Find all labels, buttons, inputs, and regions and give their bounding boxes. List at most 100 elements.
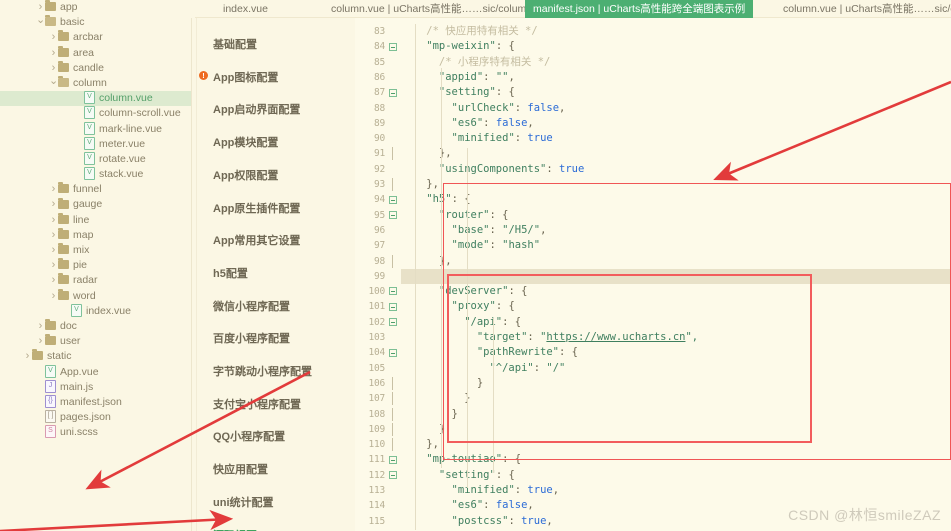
code-token: "target" <box>476 331 528 343</box>
code-token: "base" <box>451 223 490 236</box>
code-token: } <box>451 407 458 420</box>
fold-collapse-icon[interactable] <box>389 302 397 311</box>
tree-item-stack-vue[interactable]: Vstack.vue <box>0 167 191 182</box>
project-file-tree[interactable]: › app ⌄ basic › arcbar › area › candle ⌄ column Vcol… <box>0 0 191 531</box>
config-menu-item-9[interactable]: 百度小程序配置 <box>213 330 290 346</box>
chevron-right-icon[interactable]: › <box>49 243 58 258</box>
chevron-right-icon[interactable]: › <box>49 213 58 228</box>
chevron-right-icon[interactable]: › <box>49 197 58 212</box>
tree-item-main-js[interactable]: Jmain.js <box>0 379 191 395</box>
tree-item-app[interactable]: › app <box>0 0 191 15</box>
chevron-right-icon[interactable]: › <box>36 0 45 15</box>
tree-item-word[interactable]: › word <box>0 288 191 304</box>
tree-item-user[interactable]: › user <box>0 334 191 349</box>
tree-item-label: column.vue <box>99 92 153 105</box>
tree-item-map[interactable]: › map <box>0 227 191 243</box>
code-token: : { <box>495 468 515 481</box>
tree-item-column[interactable]: ⌄ column <box>0 75 191 91</box>
chevron-right-icon[interactable]: › <box>49 182 58 197</box>
config-menu-item-6[interactable]: App常用其它设置 <box>213 232 300 248</box>
tree-item-doc[interactable]: › doc <box>0 319 191 334</box>
tree-item-label: uni.scss <box>60 426 98 439</box>
tree-item-meter-vue[interactable]: Vmeter.vue <box>0 136 191 152</box>
tree-item-index-vue[interactable]: Vindex.vue <box>0 303 191 319</box>
editor-tab-3[interactable]: column.vue | uCharts高性能……sic/colum <box>775 0 951 18</box>
fold-collapse-icon[interactable] <box>389 287 397 296</box>
fold-collapse-icon[interactable] <box>389 195 397 204</box>
tree-item-static[interactable]: › static <box>0 349 191 364</box>
config-menu-item-0[interactable]: 基础配置 <box>213 36 257 52</box>
code-token: , <box>540 223 547 236</box>
chevron-right-icon[interactable]: › <box>36 334 45 349</box>
config-menu-item-14[interactable]: uni统计配置 <box>213 494 274 510</box>
tree-item-label: rotate.vue <box>99 152 146 165</box>
config-menu-item-13[interactable]: 快应用配置 <box>213 461 268 477</box>
tree-item-radar[interactable]: › radar <box>0 273 191 288</box>
fold-collapse-icon[interactable] <box>389 88 397 97</box>
folder-icon <box>58 182 69 194</box>
vue-file-icon: V <box>84 136 95 150</box>
config-menu-item-12[interactable]: QQ小程序配置 <box>213 428 285 444</box>
tree-item-area[interactable]: › area <box>0 45 191 61</box>
fold-collapse-icon[interactable] <box>389 318 397 327</box>
code-token[interactable]: https://www.ucharts.cn <box>546 331 685 343</box>
fold-collapse-icon[interactable] <box>389 455 397 464</box>
config-menu-item-1[interactable]: App图标配置 <box>213 69 278 85</box>
editor-tab-2[interactable]: manifest.json | uCharts高性能跨全端图表示例 <box>525 0 753 18</box>
config-menu-item-2[interactable]: App启动界面配置 <box>213 101 300 117</box>
chevron-right-icon[interactable]: › <box>49 289 58 304</box>
fold-guide-line <box>392 422 393 436</box>
tree-item-pages-json[interactable]: [ ] pages.json <box>0 410 191 425</box>
editor-tab-1[interactable]: column.vue | uCharts高性能……sic/column <box>323 0 543 18</box>
chevron-right-icon[interactable]: › <box>36 319 45 334</box>
chevron-right-icon[interactable]: › <box>49 228 58 243</box>
chevron-right-icon[interactable]: › <box>49 258 58 273</box>
tree-item-gauge[interactable]: › gauge <box>0 197 191 212</box>
code-token: : <box>489 239 503 252</box>
tree-item-basic[interactable]: ⌄ basic <box>0 15 191 30</box>
tree-item-manifest-json[interactable]: {} manifest.json <box>0 394 191 410</box>
config-menu-item-15[interactable]: 源码视图 <box>213 527 257 531</box>
gutter-line-88: 88 <box>355 101 401 116</box>
gutter-line-115: 115 <box>355 514 401 529</box>
chevron-down-icon[interactable]: ⌄ <box>49 75 58 86</box>
tree-item-column-scroll-vue[interactable]: Vcolumn-scroll.vue <box>0 106 191 121</box>
code-token: "/H5/" <box>502 223 541 236</box>
config-menu-item-11[interactable]: 支付宝小程序配置 <box>213 396 301 412</box>
tree-item-pie[interactable]: › pie <box>0 258 191 273</box>
fold-collapse-icon[interactable] <box>389 471 397 480</box>
tree-item-mark-line-vue[interactable]: Vmark-line.vue <box>0 121 191 137</box>
tree-item-rotate-vue[interactable]: Vrotate.vue <box>0 151 191 167</box>
fold-collapse-icon[interactable] <box>389 348 397 357</box>
tree-item-line[interactable]: › line <box>0 212 191 228</box>
manifest-config-menu[interactable]: 基础配置! App图标配置 App启动界面配置 App模块配置 App权限配置 App原生… <box>191 18 355 531</box>
code-line-97: "mode": "hash" <box>401 238 951 253</box>
editor-tab-0[interactable]: index.vue <box>215 0 295 18</box>
tree-item-arcbar[interactable]: › arcbar <box>0 30 191 45</box>
config-menu-item-4[interactable]: App权限配置 <box>213 167 278 183</box>
tree-item-funnel[interactable]: › funnel <box>0 182 191 197</box>
line-number: 113 <box>368 485 385 496</box>
config-menu-item-10[interactable]: 字节跳动小程序配置 <box>213 363 312 379</box>
chevron-right-icon[interactable]: › <box>49 30 58 45</box>
code-editor[interactable]: 83 84 85 86 87 88 89 90 91 92 93 94 95 96 97 98 99 100 101… <box>355 18 951 531</box>
config-menu-item-3[interactable]: App模块配置 <box>213 134 278 150</box>
config-menu-item-8[interactable]: 微信小程序配置 <box>213 298 290 314</box>
chevron-right-icon[interactable]: › <box>49 61 58 76</box>
code-token: "postcss" <box>451 514 509 527</box>
tree-item-candle[interactable]: › candle <box>0 60 191 76</box>
fold-collapse-icon[interactable] <box>389 210 397 219</box>
tree-item-mix[interactable]: › mix <box>0 243 191 258</box>
tree-item-column-vue[interactable]: Vcolumn.vue <box>0 91 191 107</box>
chevron-right-icon[interactable]: › <box>49 46 58 61</box>
fold-collapse-icon[interactable] <box>389 42 397 51</box>
tree-item-app-vue[interactable]: V App.vue <box>0 364 191 380</box>
config-menu-item-5[interactable]: App原生插件配置 <box>213 200 300 216</box>
chevron-down-icon[interactable]: ⌄ <box>36 15 45 26</box>
chevron-right-icon[interactable]: › <box>49 273 58 288</box>
tree-item-uni-scss[interactable]: Suni.scss <box>0 425 191 440</box>
chevron-right-icon[interactable]: › <box>23 349 32 364</box>
config-menu-item-7[interactable]: h5配置 <box>213 265 248 281</box>
code-content-area[interactable]: /* 快应用特有相关 */"mp-weixin": {/* 小程序特有相关 */… <box>401 18 951 531</box>
folder-icon <box>45 0 56 12</box>
